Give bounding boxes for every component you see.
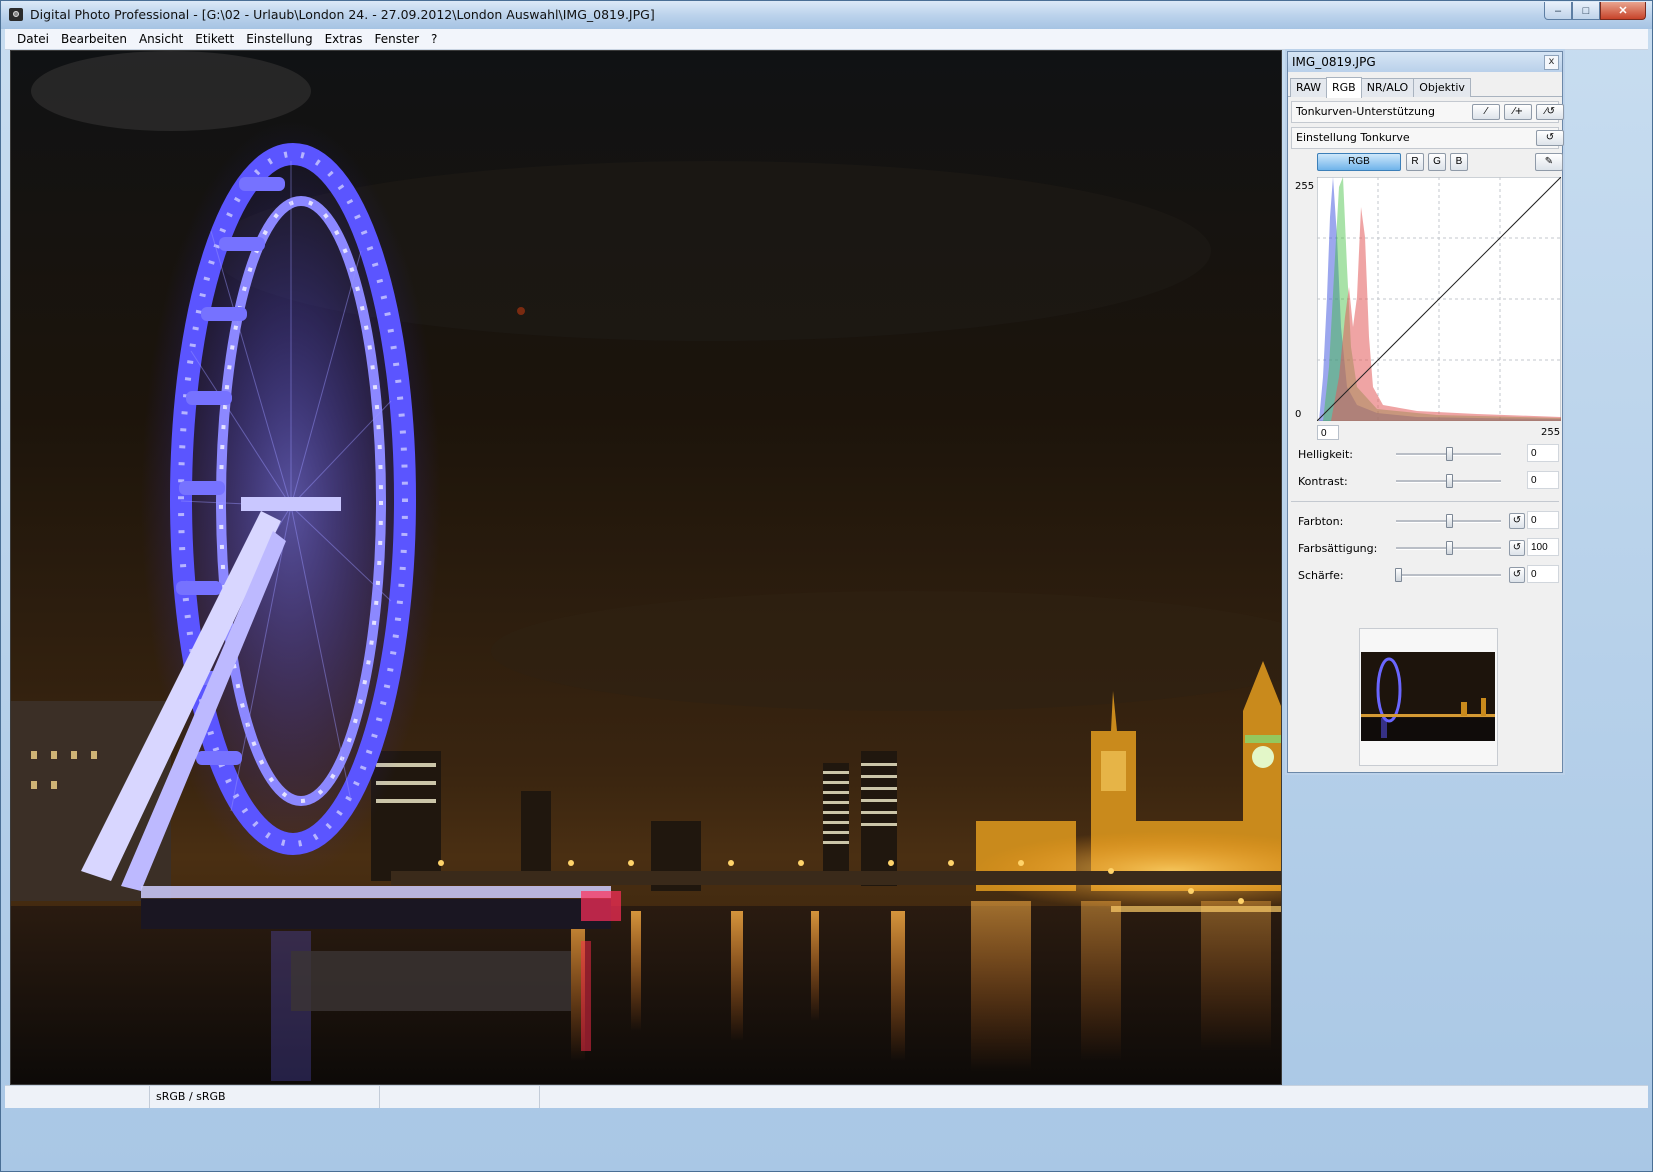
curve-y-max-label: 255	[1295, 181, 1315, 192]
slider-value-input[interactable]: 0	[1527, 471, 1559, 489]
slider-thumb[interactable]	[1445, 541, 1453, 555]
tab-raw[interactable]: RAW	[1290, 78, 1327, 97]
tab-objektiv[interactable]: Objektiv	[1413, 78, 1471, 97]
status-color-space: sRGB / sRGB	[150, 1086, 380, 1108]
slider-kontrast: Kontrast: 0	[1291, 468, 1559, 495]
tab-rgb[interactable]: RGB	[1326, 77, 1362, 98]
channel-r-button[interactable]: R	[1406, 153, 1424, 171]
menu-bar: Datei Bearbeiten Ansicht Etikett Einstel…	[5, 29, 1648, 50]
status-cell-4	[540, 1086, 1650, 1108]
window-controls: – □ ✕	[1544, 2, 1646, 20]
menu-datei[interactable]: Datei	[11, 32, 55, 46]
divider	[1291, 501, 1559, 502]
slider-value-input[interactable]: 100	[1527, 538, 1559, 556]
tab-nr-alo[interactable]: NR/ALO	[1360, 78, 1415, 97]
curve-x-min-input[interactable]: 0	[1317, 425, 1339, 440]
channel-g-button[interactable]: G	[1428, 153, 1446, 171]
status-bar: sRGB / sRGB	[5, 1085, 1648, 1108]
tone-curve-adjust-row: Einstellung Tonkurve ↺	[1291, 127, 1564, 149]
status-cell-3	[380, 1086, 540, 1108]
curve-x-max-label: 255	[1541, 427, 1561, 438]
menu-bearbeiten[interactable]: Bearbeiten	[55, 32, 133, 46]
slider-thumb[interactable]	[1445, 447, 1453, 461]
linear-curve-icon[interactable]: ⁄	[1472, 104, 1500, 120]
maximize-button[interactable]: □	[1572, 2, 1600, 20]
slider-track[interactable]	[1396, 514, 1501, 528]
add-curve-icon[interactable]: ⁄+	[1504, 104, 1532, 120]
slider-value-input[interactable]: 0	[1527, 511, 1559, 529]
slider-label: Schärfe:	[1298, 569, 1344, 582]
minimize-button[interactable]: –	[1544, 2, 1572, 20]
undo-icon[interactable]: ↺	[1509, 540, 1525, 556]
histogram-curve-plot[interactable]	[1317, 177, 1561, 421]
title-bar[interactable]: Digital Photo Professional - [G:\02 - Ur…	[1, 1, 1652, 29]
close-button[interactable]: ✕	[1600, 2, 1646, 20]
window-title: Digital Photo Professional - [G:\02 - Ur…	[30, 7, 655, 22]
slider-helligkeit: Helligkeit: 0	[1291, 441, 1559, 468]
palette-title: IMG_0819.JPG	[1292, 55, 1376, 69]
slider-thumb[interactable]	[1445, 474, 1453, 488]
palette-title-bar[interactable]: IMG_0819.JPG x	[1288, 52, 1562, 72]
tone-curve-assist-label: Tonkurven-Unterstützung	[1296, 105, 1435, 118]
tone-curve-editor[interactable]: 255 0 0 255	[1291, 175, 1561, 440]
palette-close-button[interactable]: x	[1544, 55, 1559, 70]
slider-value-input[interactable]: 0	[1527, 444, 1559, 462]
slider-track[interactable]	[1396, 447, 1501, 461]
slider-label: Helligkeit:	[1298, 448, 1354, 461]
status-cell-1	[5, 1086, 150, 1108]
undo-icon[interactable]: ↺	[1536, 130, 1564, 146]
app-window: Digital Photo Professional - [G:\02 - Ur…	[0, 0, 1653, 1172]
navigator-thumbnail[interactable]	[1359, 628, 1498, 766]
thumbnail-image	[1361, 652, 1495, 741]
eyedropper-icon[interactable]: ✎	[1535, 153, 1563, 171]
tone-curve-adjust-label: Einstellung Tonkurve	[1296, 131, 1410, 144]
camera-icon[interactable]	[9, 8, 23, 21]
undo-icon[interactable]: ↺	[1509, 567, 1525, 583]
curve-y-min-label: 0	[1295, 409, 1302, 420]
menu-etikett[interactable]: Etikett	[189, 32, 240, 46]
menu-ansicht[interactable]: Ansicht	[133, 32, 189, 46]
slider-value-input[interactable]: 0	[1527, 565, 1559, 583]
menu-help[interactable]: ?	[425, 32, 443, 46]
channel-b-button[interactable]: B	[1450, 153, 1468, 171]
slider-track[interactable]	[1396, 474, 1501, 488]
slider-thumb[interactable]	[1395, 568, 1403, 582]
tool-palette: IMG_0819.JPG x RAW RGB NR/ALO Objektiv T…	[1287, 51, 1564, 773]
reset-curve-icon[interactable]: ⁄↺	[1536, 104, 1564, 120]
slider-label: Farbton:	[1298, 515, 1344, 528]
channel-rgb-button[interactable]: RGB	[1317, 153, 1401, 171]
slider-schaerfe: Schärfe: ↺ 0	[1291, 562, 1559, 589]
image-preview[interactable]	[10, 50, 1282, 1085]
slider-thumb[interactable]	[1445, 514, 1453, 528]
slider-label: Kontrast:	[1298, 475, 1348, 488]
menu-fenster[interactable]: Fenster	[369, 32, 426, 46]
channel-selector: RGB R G B ✎	[1291, 151, 1563, 173]
slider-label: Farbsättigung:	[1298, 542, 1378, 555]
menu-einstellung[interactable]: Einstellung	[240, 32, 318, 46]
tone-curve-assist-row: Tonkurven-Unterstützung ⁄ ⁄+ ⁄↺	[1291, 101, 1564, 123]
slider-track[interactable]	[1395, 568, 1501, 582]
palette-tabs: RAW RGB NR/ALO Objektiv	[1288, 72, 1562, 98]
menu-extras[interactable]: Extras	[319, 32, 369, 46]
slider-farbsaettigung: Farbsättigung: ↺ 100	[1291, 535, 1559, 562]
slider-farbton: Farbton: ↺ 0	[1291, 508, 1559, 535]
slider-track[interactable]	[1396, 541, 1501, 555]
london-eye-night-photo	[11, 51, 1281, 1084]
undo-icon[interactable]: ↺	[1509, 513, 1525, 529]
